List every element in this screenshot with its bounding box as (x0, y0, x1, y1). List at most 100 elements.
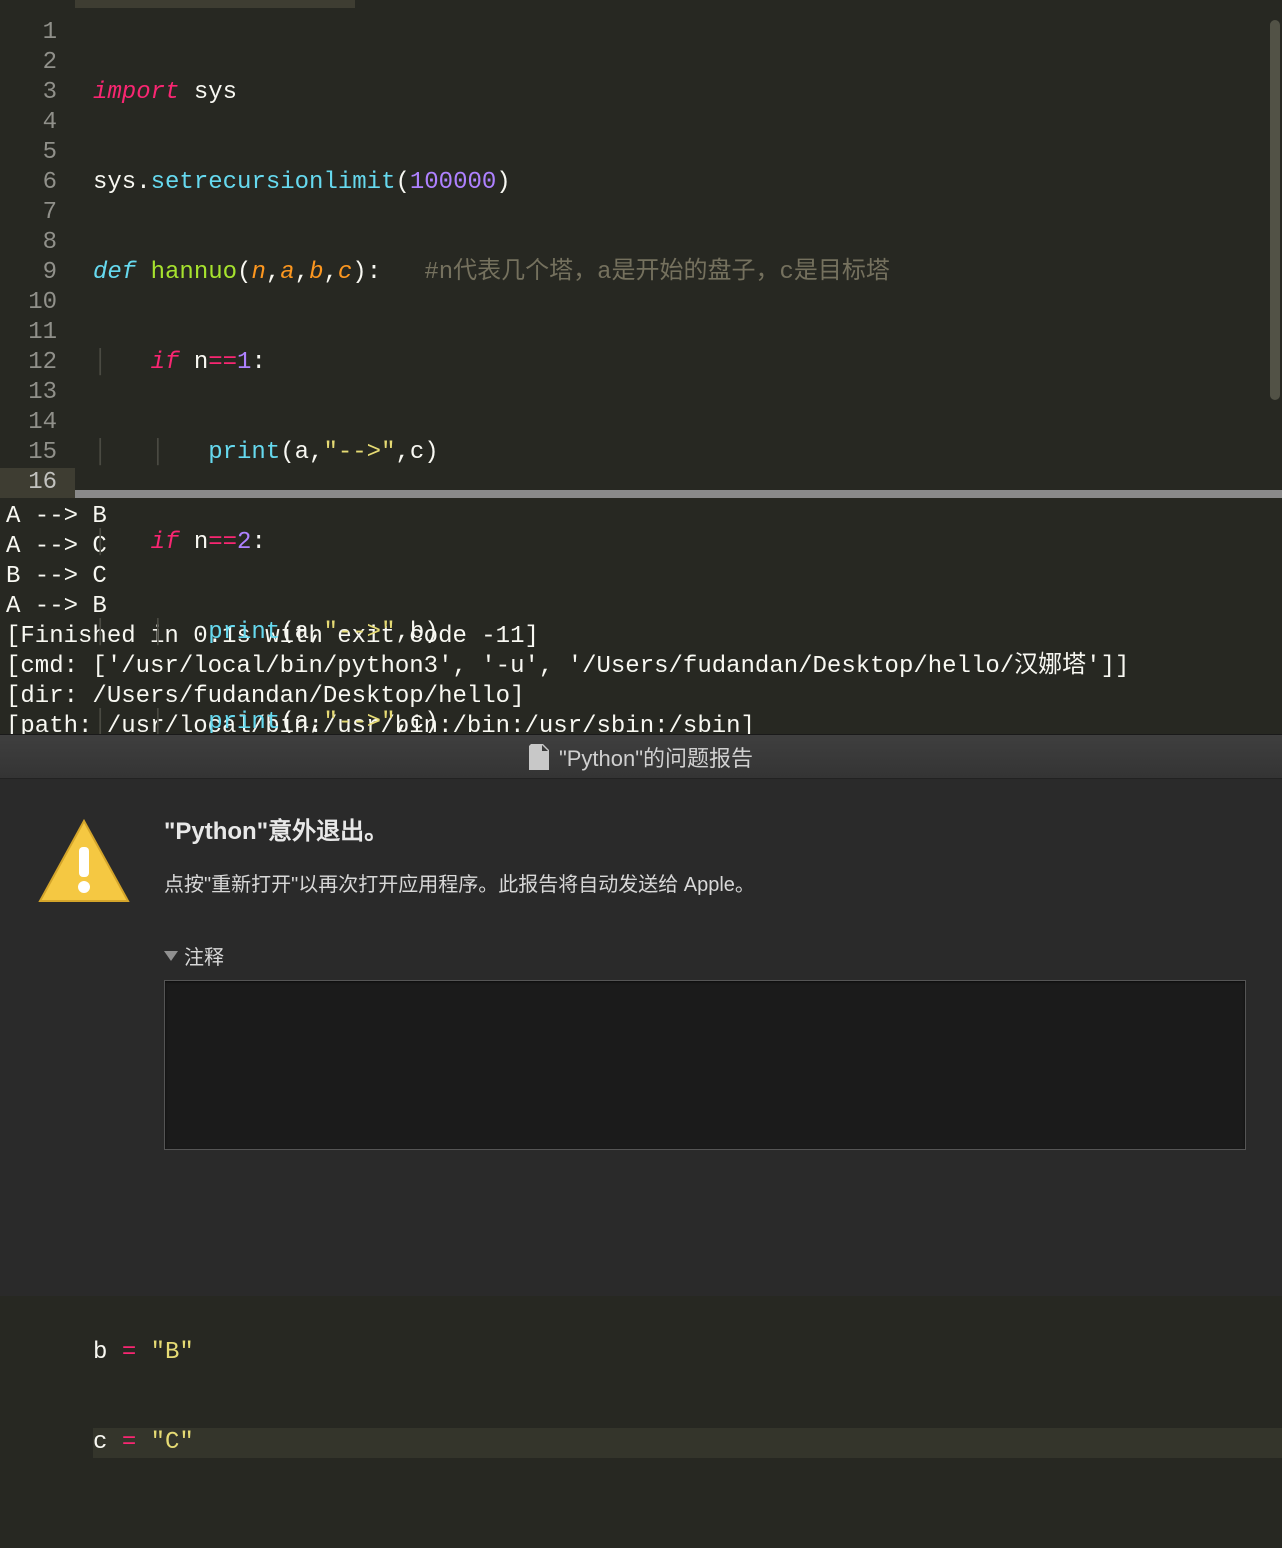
line-number: 7 (0, 198, 75, 228)
module-name: sys (194, 79, 237, 106)
output-line: A --> C (6, 533, 107, 560)
function-call: print (208, 709, 280, 736)
operator: = (122, 1339, 136, 1366)
operator: == (208, 349, 237, 376)
punct: , (266, 259, 280, 286)
crash-dialog-title: "Python"的问题报告 (559, 741, 753, 773)
code-line[interactable]: │ if n==2: (93, 528, 1282, 558)
identifier: b (93, 1339, 107, 1366)
line-number: 16 (0, 468, 75, 498)
string-literal: "-->" (323, 439, 395, 466)
punct: ( (237, 259, 251, 286)
crash-content: "Python"意外退出。 点按"重新打开"以再次打开应用程序。此报告将自动发送… (164, 811, 1246, 1150)
code-line[interactable]: sys.setrecursionlimit(100000) (93, 168, 1282, 198)
identifier: a (295, 709, 309, 736)
comments-label: 注释 (184, 941, 224, 970)
keyword-if: if (151, 349, 180, 376)
line-number-gutter: 1 2 3 4 5 6 7 8 9 10 11 12 13 14 15 16 (0, 0, 75, 490)
code-area[interactable]: import sys sys.setrecursionlimit(100000)… (75, 0, 1282, 490)
identifier: c (93, 1429, 107, 1456)
punct: ) (496, 169, 510, 196)
line-number: 10 (0, 288, 75, 318)
code-line[interactable]: │ if n==1: (93, 348, 1282, 378)
punct: ) (424, 619, 438, 646)
line-number: 1 (0, 18, 75, 48)
output-line: A --> B (6, 503, 107, 530)
output-line: B --> C (6, 563, 107, 590)
line-number: 12 (0, 348, 75, 378)
code-line[interactable]: import sys (93, 78, 1282, 108)
string-literal: "-->" (323, 709, 395, 736)
param: a (280, 259, 294, 286)
line-number: 3 (0, 78, 75, 108)
operator: == (208, 529, 237, 556)
punct: ) (352, 259, 366, 286)
string-literal: "B" (151, 1339, 194, 1366)
punct: , (395, 709, 409, 736)
document-icon (529, 744, 549, 770)
param: n (251, 259, 265, 286)
number-literal: 2 (237, 529, 251, 556)
code-editor-pane: 1 2 3 4 5 6 7 8 9 10 11 12 13 14 15 16 i… (0, 0, 1282, 490)
number-literal: 100000 (410, 169, 496, 196)
line-number: 5 (0, 138, 75, 168)
punct: , (395, 619, 409, 646)
identifier: n (194, 349, 208, 376)
identifier: b (410, 619, 424, 646)
code-line[interactable]: b = "B" (93, 1338, 1282, 1368)
output-line: A --> B (6, 593, 107, 620)
line-number: 14 (0, 408, 75, 438)
keyword-def: def (93, 259, 136, 286)
identifier: a (295, 439, 309, 466)
function-call: print (208, 619, 280, 646)
warning-icon-wrap (36, 811, 136, 1150)
punct: : (251, 529, 265, 556)
line-number: 11 (0, 318, 75, 348)
line-number: 2 (0, 48, 75, 78)
punct: : (367, 259, 381, 286)
punct: , (309, 439, 323, 466)
code-line[interactable]: c = "C" (93, 1428, 1282, 1458)
crash-dialog-titlebar[interactable]: "Python"的问题报告 (0, 735, 1282, 779)
code-line[interactable]: │ │ print(a,"-->",c) (93, 438, 1282, 468)
string-literal: "-->" (323, 619, 395, 646)
number-literal: 1 (237, 349, 251, 376)
punct: : (251, 349, 265, 376)
punct: . (136, 169, 150, 196)
punct: , (309, 709, 323, 736)
line-number: 9 (0, 258, 75, 288)
warning-icon (36, 817, 132, 907)
crash-heading: "Python"意外退出。 (164, 811, 1246, 846)
punct: ( (280, 619, 294, 646)
punct: , (309, 619, 323, 646)
string-literal: "C" (151, 1429, 194, 1456)
punct: , (295, 259, 309, 286)
function-def-name: hannuo (151, 259, 237, 286)
comments-disclosure[interactable]: 注释 (164, 941, 1246, 970)
param: b (309, 259, 323, 286)
punct: ( (280, 439, 294, 466)
crash-report-dialog: "Python"的问题报告 "Python"意外退出。 点按"重新打开"以再次打… (0, 734, 1282, 1296)
crash-description: 点按"重新打开"以再次打开应用程序。此报告将自动发送给 Apple。 (164, 868, 1246, 897)
keyword-if: if (151, 529, 180, 556)
punct: ) (424, 439, 438, 466)
code-line[interactable]: │ │ print(a,"-->",b) (93, 618, 1282, 648)
identifier: c (410, 439, 424, 466)
crash-dialog-body: "Python"意外退出。 点按"重新打开"以再次打开应用程序。此报告将自动发送… (0, 779, 1282, 1150)
punct: , (323, 259, 337, 286)
vertical-scrollbar[interactable] (1270, 20, 1280, 400)
line-number: 13 (0, 378, 75, 408)
identifier: n (194, 529, 208, 556)
function-call: setrecursionlimit (151, 169, 396, 196)
comment: #n代表几个塔，a是开始的盘子，c是目标塔 (424, 259, 890, 286)
identifier: sys (93, 169, 136, 196)
keyword-import: import (93, 79, 179, 106)
line-number: 15 (0, 438, 75, 468)
param: c (338, 259, 352, 286)
punct: , (395, 439, 409, 466)
disclosure-triangle-icon (164, 951, 178, 961)
code-line[interactable]: def hannuo(n,a,b,c): #n代表几个塔，a是开始的盘子，c是目… (93, 258, 1282, 288)
identifier: c (410, 709, 424, 736)
line-number: 6 (0, 168, 75, 198)
comments-textarea[interactable] (164, 980, 1246, 1150)
